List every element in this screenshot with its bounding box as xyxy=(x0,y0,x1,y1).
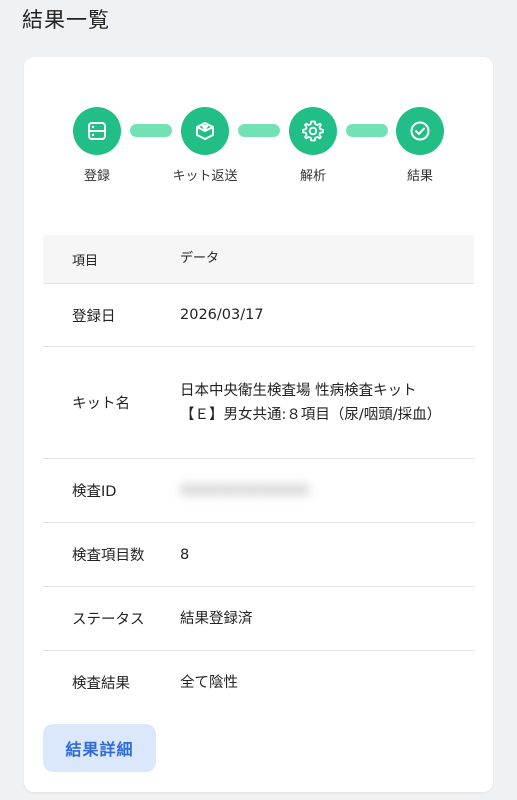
table-header: 項目 データ xyxy=(43,235,474,284)
result-detail-button[interactable]: 結果詳細 xyxy=(43,724,156,772)
row-key: ステータス xyxy=(72,612,145,628)
row-value: 結果登録済 xyxy=(180,610,253,627)
test-id-value-redacted: XXXXXXXXXXXXX xyxy=(180,482,310,499)
row-value: 8 xyxy=(180,546,190,563)
table-row: 検査項目数 8 xyxy=(43,523,474,587)
table-row: 登録日 2026/03/17 xyxy=(43,284,474,347)
header-key: 項目 xyxy=(72,253,99,269)
header-value: データ xyxy=(180,251,220,266)
row-key: 検査結果 xyxy=(72,676,130,692)
progress-stepper: 登録 キット返送 解析 結果 xyxy=(24,107,493,187)
row-value: 2026/03/17 xyxy=(180,307,264,323)
step-kit-return xyxy=(181,107,229,155)
row-key: 検査項目数 xyxy=(72,548,145,564)
step-connector xyxy=(130,124,172,137)
table-row: ステータス 結果登録済 xyxy=(43,587,474,651)
step-register xyxy=(73,107,121,155)
server-icon xyxy=(88,122,106,140)
step-label-register: 登録 xyxy=(83,169,111,184)
table-row: 検査結果 全て陰性 xyxy=(43,651,474,714)
row-value: 全て陰性 xyxy=(180,674,238,691)
step-result xyxy=(396,107,444,155)
step-connector xyxy=(238,124,280,137)
table-row: 検査ID XXXXXXXXXXXXX xyxy=(43,459,474,523)
step-label-analysis: 解析 xyxy=(299,169,327,184)
page-title: 結果一覧 xyxy=(22,8,110,32)
step-label-result: 結果 xyxy=(406,169,434,184)
box-icon xyxy=(196,122,214,140)
step-analysis xyxy=(289,107,337,155)
step-connector xyxy=(346,124,388,137)
step-label-kit-return: キット返送 xyxy=(172,169,238,184)
result-card: 登録 キット返送 解析 結果 項目 データ 登録日 2026/03/17 キット… xyxy=(24,57,493,792)
result-table: 項目 データ 登録日 2026/03/17 キット名 日本中央衛生検査場 性病検… xyxy=(43,235,474,714)
gear-icon xyxy=(302,120,324,142)
table-row: キット名 日本中央衛生検査場 性病検査キット【Ｅ】男女共通:８項目（尿/咽頭/採… xyxy=(43,347,474,459)
row-value: 日本中央衛生検査場 性病検査キット【Ｅ】男女共通:８項目（尿/咽頭/採血） xyxy=(180,382,442,423)
row-key: キット名 xyxy=(72,396,130,412)
row-key: 登録日 xyxy=(72,308,116,325)
check-circle-icon xyxy=(410,121,430,141)
row-key: 検査ID xyxy=(72,484,117,500)
